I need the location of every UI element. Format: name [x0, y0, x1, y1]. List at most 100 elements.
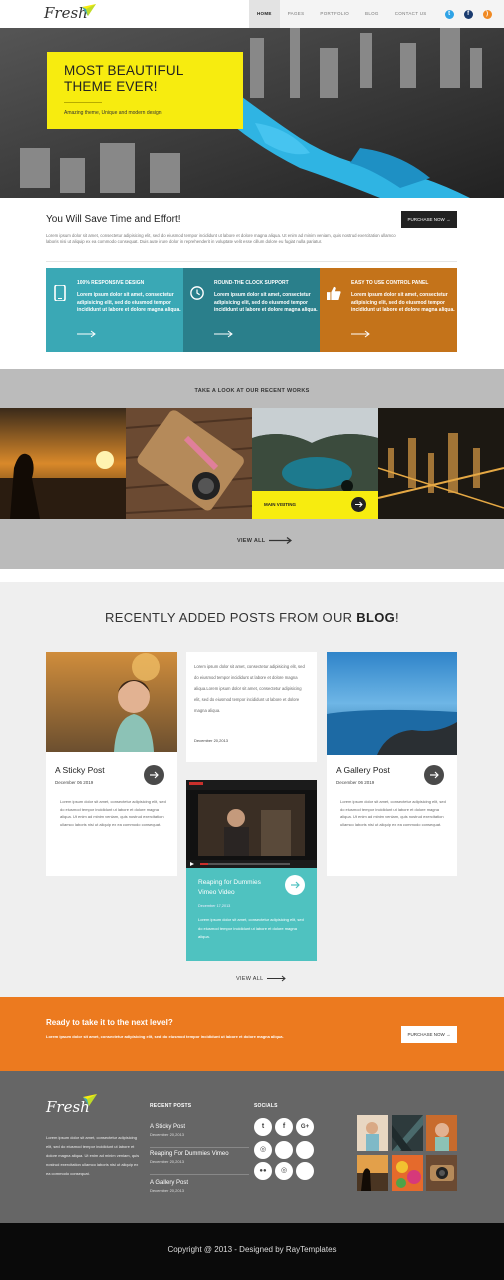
arrow-right-icon — [150, 771, 159, 779]
hero-divider — [64, 102, 102, 103]
works-title: TAKE A LOOK AT OUR RECENT WORKS — [194, 388, 310, 394]
footer-thumb-flowers[interactable] — [392, 1155, 423, 1191]
divider — [46, 261, 457, 262]
dribbble-icon[interactable]: ◎ — [275, 1162, 293, 1180]
copyright-text: Copyright @ 2013 - Designed by RayTempla… — [167, 1245, 337, 1254]
arrow-right-icon[interactable] — [214, 330, 234, 338]
footer-thumb-girl[interactable] — [357, 1115, 388, 1151]
blog-card-sticky: A Sticky Post December 06 2019 Lorem ips… — [46, 652, 177, 876]
facebook-icon[interactable]: f — [463, 9, 473, 19]
feature-responsive: 100% RESPONSIVE DESIGN Lorem ipsum dolor… — [46, 268, 183, 352]
city-night-image — [378, 408, 504, 519]
header: Fresh HOME PAGES PORTFOLIO BLOG CONTACT … — [0, 0, 504, 28]
flickr-icon[interactable]: ●● — [254, 1162, 272, 1180]
post-title[interactable]: Reaping for Dummies Vimeo Video — [198, 878, 278, 898]
footer-post-title: A Sticky Post — [150, 1124, 186, 1130]
intro-title: You Will Save Time and Effort! — [46, 214, 181, 225]
footer-post-date: December 20,2013 — [150, 1159, 185, 1164]
logo-triangle-icon — [82, 4, 96, 16]
camera-image — [126, 408, 252, 519]
blank-icon[interactable] — [296, 1162, 314, 1180]
hero-subtitle: Amazing theme, Unique and modern design — [64, 110, 162, 116]
cta-banner: Ready to take it to the next level? Lore… — [0, 997, 504, 1071]
nav-pages[interactable]: PAGES — [280, 0, 313, 28]
girl-thumb-image — [366, 1122, 379, 1151]
arrow-right-icon[interactable] — [77, 330, 97, 338]
works-view-all[interactable]: VIEW ALL — [237, 537, 293, 544]
footer-thumb-sunset[interactable] — [357, 1155, 388, 1191]
nav-blog[interactable]: BLOG — [357, 0, 387, 28]
view-all-label: VIEW ALL — [236, 975, 264, 982]
read-more-button[interactable] — [285, 875, 305, 895]
copyright-bar: Copyright @ 2013 - Designed by RayTempla… — [0, 1223, 504, 1280]
intro-text: Lorem ipsum dolor sit amet, consectetur … — [46, 233, 396, 244]
dribbble-icon[interactable]: ◎ — [254, 1141, 272, 1159]
twitter-icon[interactable]: t — [444, 9, 454, 19]
purchase-label: PURCHASE NOW — [407, 1032, 445, 1037]
feature-control-panel: EASY TO USE CONTROL PANEL Lorem ipsum do… — [320, 268, 457, 352]
footer-post[interactable]: A Sticky Post December 20,2013 — [150, 1124, 249, 1148]
blog-title-bold: BLOG — [356, 610, 396, 625]
feature-title: ROUND-THE CLOCK SUPPORT — [214, 280, 289, 286]
read-more-button[interactable] — [424, 765, 444, 785]
logo-triangle-icon — [83, 1094, 97, 1106]
post-date: December 17,2013 — [198, 904, 231, 908]
post-excerpt: Lorem ipsum dolor sit amet, consectetur … — [194, 664, 305, 713]
footer-thumb-camera[interactable] — [426, 1155, 457, 1191]
footer-post-date: December 20,2013 — [150, 1188, 185, 1193]
abstract-thumb-image — [392, 1115, 423, 1151]
cta-purchase-button[interactable]: PURCHASE NOW → — [401, 1026, 457, 1043]
footer-post[interactable]: Reaping For Dummies Vimeo December 20,20… — [150, 1151, 249, 1175]
blank-icon[interactable] — [296, 1141, 314, 1159]
post-excerpt: Lorem ipsum dolor sit amet, consectetur … — [60, 799, 166, 827]
twitter-icon[interactable]: t — [254, 1118, 272, 1136]
cta-title: Ready to take it to the next level? — [46, 1018, 173, 1027]
arrow-right-icon — [430, 771, 439, 779]
view-all-label: VIEW ALL — [237, 537, 266, 544]
post-title[interactable]: A Gallery Post — [336, 765, 390, 775]
arrow-right-icon — [355, 501, 363, 508]
nav-contact[interactable]: CONTACT US — [387, 0, 435, 28]
footer-post[interactable]: A Gallery Post December 20,2013 — [150, 1180, 249, 1204]
nav-portfolio[interactable]: PORTFOLIO — [312, 0, 357, 28]
sunset-image — [0, 408, 126, 519]
blog-title-suffix: ! — [395, 610, 399, 625]
blog-card-video: Reaping for Dummies Vimeo Video December… — [186, 780, 317, 961]
nav-home[interactable]: HOME — [249, 0, 280, 28]
hero-banner: MOST BEAUTIFUL THEME EVER! Amazing theme… — [0, 28, 504, 198]
arrow-circle-button[interactable] — [351, 497, 366, 512]
camera-thumb-image — [430, 1165, 454, 1181]
hero-card: MOST BEAUTIFUL THEME EVER! Amazing theme… — [47, 52, 243, 129]
feature-text: Lorem ipsum dolor sit amet, consectetur … — [77, 292, 181, 313]
read-more-button[interactable] — [144, 765, 164, 785]
footer-thumb-abstract[interactable] — [392, 1115, 423, 1151]
child-thumb-image — [435, 1123, 449, 1151]
purchase-now-button[interactable]: PURCHASE NOW → — [401, 211, 457, 228]
long-arrow-icon — [269, 537, 293, 544]
sea-photo-image — [327, 652, 457, 755]
video-player[interactable] — [186, 780, 317, 868]
main-visiting-overlay[interactable]: MAIN VISITING — [252, 491, 378, 519]
rss-icon[interactable]: ) — [482, 9, 492, 19]
feature-title: EASY TO USE CONTROL PANEL — [351, 280, 429, 286]
footer-thumb-child[interactable] — [426, 1115, 457, 1151]
footer-post-title: A Gallery Post — [150, 1180, 189, 1186]
arrow-right-icon[interactable] — [351, 330, 371, 338]
socials-heading: SOCIALS — [254, 1103, 278, 1109]
work-thumb-sunset[interactable] — [0, 408, 126, 519]
feature-title: 100% RESPONSIVE DESIGN — [77, 280, 145, 286]
girl-photo-image — [46, 652, 177, 752]
work-thumb-city-night[interactable] — [378, 408, 504, 519]
google-plus-icon[interactable]: G+ — [296, 1118, 314, 1136]
facebook-icon[interactable]: f — [275, 1118, 293, 1136]
purchase-label: PURCHASE NOW — [407, 217, 445, 222]
overlay-label: MAIN VISITING — [264, 502, 297, 507]
feature-text: Lorem ipsum dolor sit amet, consectetur … — [214, 292, 318, 313]
blank-icon[interactable] — [275, 1141, 293, 1159]
mobile-icon — [54, 285, 66, 301]
work-thumb-camera[interactable] — [126, 408, 252, 519]
blog-view-all[interactable]: VIEW ALL — [236, 975, 287, 982]
post-title[interactable]: A Sticky Post — [55, 765, 105, 775]
footer-post-date: December 20,2013 — [150, 1132, 185, 1137]
blog-title: RECENTLY ADDED POSTS FROM OUR BLOG! — [0, 610, 504, 625]
